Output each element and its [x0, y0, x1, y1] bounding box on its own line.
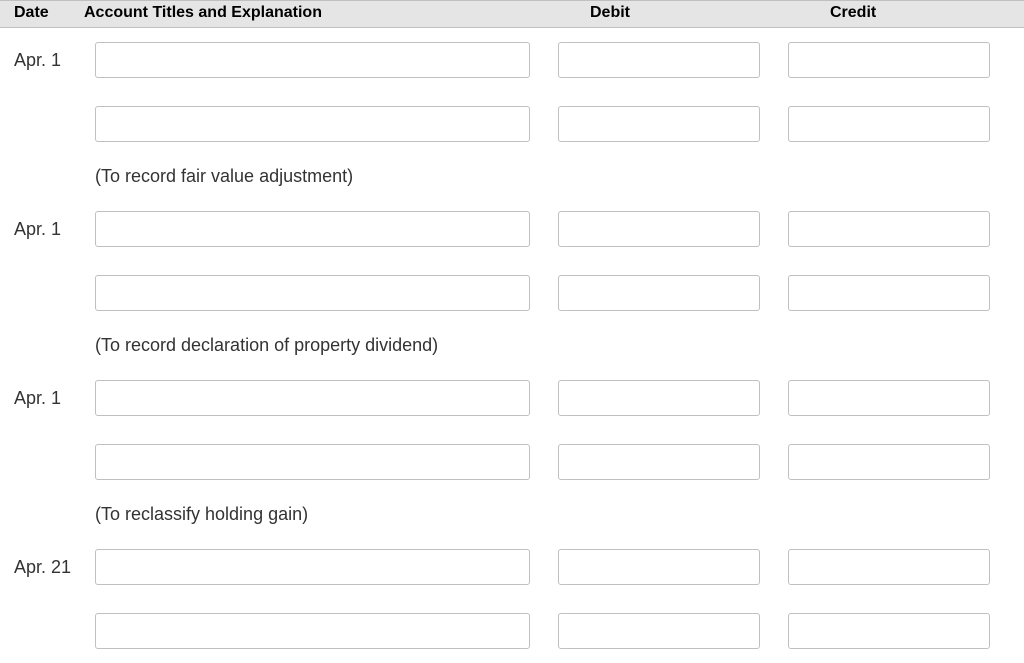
account-cell: [80, 549, 550, 585]
account-input[interactable]: [95, 275, 530, 311]
explanation-row: (To reclassify holding gain): [0, 494, 1024, 535]
date-cell: Apr. 1: [0, 388, 80, 409]
debit-cell: [550, 380, 780, 416]
account-cell: [80, 211, 550, 247]
date-cell: Apr. 21: [0, 557, 80, 578]
debit-cell: [550, 444, 780, 480]
debit-cell: [550, 211, 780, 247]
explanation-text: (To record fair value adjustment): [95, 166, 353, 187]
header-account: Account Titles and Explanation: [80, 4, 550, 22]
debit-cell: [550, 42, 780, 78]
account-cell: [80, 613, 550, 649]
credit-input[interactable]: [788, 549, 990, 585]
credit-input[interactable]: [788, 275, 990, 311]
account-cell: [80, 42, 550, 78]
journal-row: Apr. 1: [0, 366, 1024, 430]
account-input[interactable]: [95, 444, 530, 480]
account-cell: [80, 106, 550, 142]
journal-row: Apr. 1: [0, 28, 1024, 92]
credit-input[interactable]: [788, 211, 990, 247]
debit-input[interactable]: [558, 211, 760, 247]
header-debit: Debit: [550, 4, 780, 22]
debit-cell: [550, 275, 780, 311]
account-cell: [80, 275, 550, 311]
table-header: Date Account Titles and Explanation Debi…: [0, 0, 1024, 28]
journal-row: [0, 261, 1024, 325]
credit-input[interactable]: [788, 380, 990, 416]
explanation-text: (To record declaration of property divid…: [95, 335, 438, 356]
journal-row: Apr. 21: [0, 535, 1024, 599]
account-input[interactable]: [95, 380, 530, 416]
account-cell: [80, 444, 550, 480]
debit-cell: [550, 106, 780, 142]
account-input[interactable]: [95, 42, 530, 78]
date-cell: Apr. 1: [0, 219, 80, 240]
credit-cell: [780, 444, 1010, 480]
credit-input[interactable]: [788, 613, 990, 649]
debit-input[interactable]: [558, 106, 760, 142]
explanation-text: (To reclassify holding gain): [95, 504, 308, 525]
credit-input[interactable]: [788, 42, 990, 78]
account-input[interactable]: [95, 549, 530, 585]
date-cell: Apr. 1: [0, 50, 80, 71]
debit-input[interactable]: [558, 275, 760, 311]
debit-cell: [550, 613, 780, 649]
journal-entries: Apr. 1 (To record fair value adjustment) A…: [0, 28, 1024, 663]
account-cell: [80, 380, 550, 416]
journal-row: Apr. 1: [0, 197, 1024, 261]
credit-cell: [780, 42, 1010, 78]
credit-cell: [780, 549, 1010, 585]
debit-input[interactable]: [558, 613, 760, 649]
journal-row: [0, 599, 1024, 663]
header-credit: Credit: [780, 4, 1010, 22]
debit-input[interactable]: [558, 42, 760, 78]
account-input[interactable]: [95, 211, 530, 247]
debit-input[interactable]: [558, 444, 760, 480]
account-input[interactable]: [95, 613, 530, 649]
explanation-row: (To record fair value adjustment): [0, 156, 1024, 197]
journal-row: [0, 430, 1024, 494]
header-date: Date: [0, 4, 80, 22]
credit-cell: [780, 106, 1010, 142]
credit-input[interactable]: [788, 106, 990, 142]
account-input[interactable]: [95, 106, 530, 142]
credit-cell: [780, 380, 1010, 416]
credit-cell: [780, 211, 1010, 247]
debit-cell: [550, 549, 780, 585]
explanation-row: (To record declaration of property divid…: [0, 325, 1024, 366]
debit-input[interactable]: [558, 549, 760, 585]
credit-input[interactable]: [788, 444, 990, 480]
credit-cell: [780, 613, 1010, 649]
debit-input[interactable]: [558, 380, 760, 416]
credit-cell: [780, 275, 1010, 311]
journal-row: [0, 92, 1024, 156]
